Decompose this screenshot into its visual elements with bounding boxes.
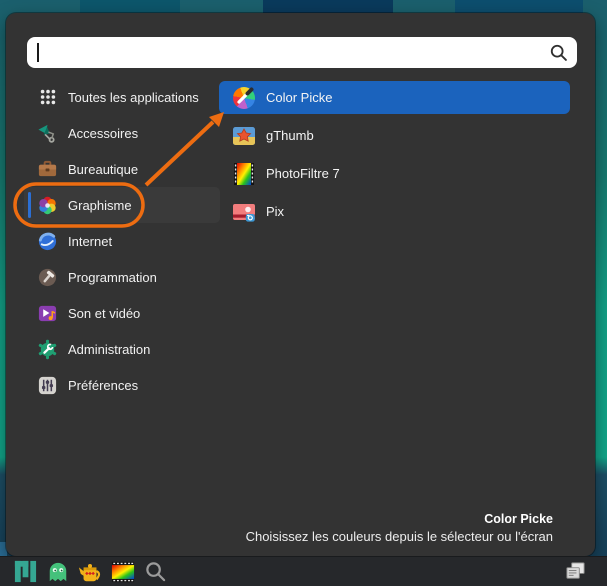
app-label: PhotoFiltre 7: [266, 166, 340, 181]
category-label: Toutes les applications: [68, 90, 199, 105]
category-label: Graphisme: [68, 198, 132, 213]
application-list: Color Picke gThumb: [219, 81, 570, 233]
category-label: Accessoires: [68, 126, 138, 141]
globe-browser-icon: [37, 231, 58, 252]
wallpaper-shape: [263, 0, 393, 13]
category-administration[interactable]: Administration: [24, 331, 220, 367]
category-list: Toutes les applications Accessoires: [24, 79, 220, 403]
app-label: gThumb: [266, 128, 314, 143]
category-label: Programmation: [68, 270, 157, 285]
app-label: Pix: [266, 204, 284, 219]
photofiltre-taskbar-icon[interactable]: [111, 560, 135, 584]
manjaro-menu-button[interactable]: [13, 559, 38, 584]
category-label: Son et vidéo: [68, 306, 140, 321]
sliders-icon: [37, 375, 58, 396]
selected-app-info: Color Picke Choisissez les couleurs depu…: [246, 512, 553, 544]
category-label: Internet: [68, 234, 112, 249]
graphics-flower-icon: [37, 195, 58, 216]
category-office[interactable]: Bureautique: [24, 151, 220, 187]
hammer-circle-icon: [37, 267, 58, 288]
search-icon: [548, 42, 569, 63]
app-item-photofiltre[interactable]: PhotoFiltre 7: [219, 157, 570, 190]
show-desktop-icon[interactable]: [564, 560, 587, 583]
color-wheel-pipette-icon: [232, 86, 256, 110]
taskbar-search-icon[interactable]: [144, 560, 167, 583]
photo-camera-badge-icon: [232, 200, 256, 224]
app-label: Color Picke: [266, 90, 332, 105]
application-menu-panel: Toutes les applications Accessoires: [6, 13, 595, 556]
selected-category-indicator: [28, 192, 31, 218]
category-development[interactable]: Programmation: [24, 259, 220, 295]
category-all-applications[interactable]: Toutes les applications: [24, 79, 220, 115]
app-item-pix[interactable]: Pix: [219, 195, 570, 228]
category-label: Préférences: [68, 378, 138, 393]
app-item-color-picker[interactable]: Color Picke: [219, 81, 570, 114]
selected-app-title: Color Picke: [246, 512, 553, 526]
category-accessories[interactable]: Accessoires: [24, 115, 220, 151]
category-settings[interactable]: Préférences: [24, 367, 220, 403]
briefcase-icon: [37, 159, 58, 180]
category-graphics[interactable]: Graphisme: [24, 187, 220, 223]
accessories-tools-icon: [37, 123, 58, 144]
app-item-gthumb[interactable]: gThumb: [219, 119, 570, 152]
media-play-note-icon: [37, 303, 58, 324]
rainbow-film-vertical-icon: [232, 162, 256, 186]
desktop: Toutes les applications Accessoires: [0, 0, 607, 586]
wallpaper-shape: [455, 0, 583, 13]
category-internet[interactable]: Internet: [24, 223, 220, 259]
photo-starfish-icon: [232, 124, 256, 148]
taskbar: [0, 556, 607, 586]
selected-app-description: Choisissez les couleurs depuis le sélect…: [246, 529, 553, 544]
text-caret: [37, 43, 39, 62]
gear-wrench-icon: [37, 339, 58, 360]
ghost-app-icon[interactable]: [47, 561, 69, 583]
category-label: Bureautique: [68, 162, 138, 177]
apps-grid-icon: [37, 87, 58, 108]
wallpaper-shape: [80, 0, 180, 13]
teapot-app-icon[interactable]: [78, 560, 102, 584]
category-label: Administration: [68, 342, 150, 357]
category-multimedia[interactable]: Son et vidéo: [24, 295, 220, 331]
search-input[interactable]: [27, 37, 577, 68]
